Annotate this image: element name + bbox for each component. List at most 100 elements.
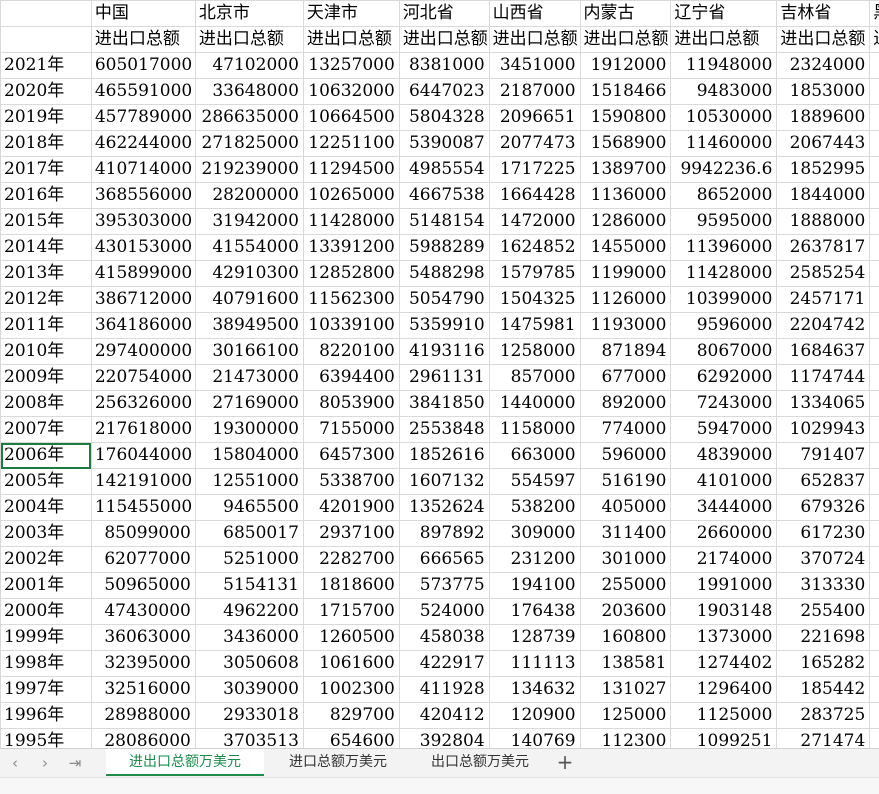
value-cell[interactable]: 217618000: [91, 417, 195, 443]
metric-cell[interactable]: 进: [870, 27, 879, 53]
value-cell[interactable]: 140769: [489, 729, 580, 749]
value-cell[interactable]: 11948000: [671, 53, 777, 79]
value-cell[interactable]: 1590800: [580, 105, 671, 131]
value-cell[interactable]: 1844000: [777, 183, 870, 209]
header-cell[interactable]: 内蒙古: [580, 1, 671, 27]
value-cell[interactable]: 420412: [399, 703, 489, 729]
value-cell[interactable]: 9596000: [671, 313, 777, 339]
tab-import-export-total[interactable]: 进出口总额万美元: [106, 749, 264, 776]
value-cell[interactable]: 516190: [580, 469, 671, 495]
value-cell[interactable]: 1504325: [489, 287, 580, 313]
year-cell[interactable]: 2015年: [1, 209, 92, 235]
value-cell[interactable]: 1: [870, 157, 879, 183]
value-cell[interactable]: 221698: [777, 625, 870, 651]
value-cell[interactable]: 8067000: [671, 339, 777, 365]
value-cell[interactable]: 2: [870, 209, 879, 235]
value-cell[interactable]: 297400000: [91, 339, 195, 365]
value-cell[interactable]: 2961131: [399, 365, 489, 391]
value-cell[interactable]: 1352624: [399, 495, 489, 521]
value-cell[interactable]: 1002300: [303, 677, 399, 703]
metric-cell[interactable]: 进出口总额: [195, 27, 303, 53]
value-cell[interactable]: 8053900: [303, 391, 399, 417]
value-cell[interactable]: [870, 547, 879, 573]
value-cell[interactable]: 1286000: [580, 209, 671, 235]
value-cell[interactable]: 5988289: [399, 235, 489, 261]
value-cell[interactable]: 255400: [777, 599, 870, 625]
value-cell[interactable]: 9942236.6: [671, 157, 777, 183]
value-cell[interactable]: 283725: [777, 703, 870, 729]
value-cell[interactable]: 4985554: [399, 157, 489, 183]
corner-cell[interactable]: [1, 1, 92, 27]
value-cell[interactable]: 8652000: [671, 183, 777, 209]
value-cell[interactable]: 40791600: [195, 287, 303, 313]
value-cell[interactable]: 2: [870, 391, 879, 417]
value-cell[interactable]: 3: [870, 53, 879, 79]
value-cell[interactable]: 791407: [777, 443, 870, 469]
value-cell[interactable]: 131027: [580, 677, 671, 703]
value-cell[interactable]: 892000: [580, 391, 671, 417]
value-cell[interactable]: 897892: [399, 521, 489, 547]
value-cell[interactable]: 5148154: [399, 209, 489, 235]
value-cell[interactable]: 32395000: [91, 651, 195, 677]
value-cell[interactable]: 42910300: [195, 261, 303, 287]
value-cell[interactable]: 21473000: [195, 365, 303, 391]
value-cell[interactable]: 13391200: [303, 235, 399, 261]
value-cell[interactable]: 3: [870, 261, 879, 287]
value-cell[interactable]: 1158000: [489, 417, 580, 443]
value-cell[interactable]: 465591000: [91, 79, 195, 105]
value-cell[interactable]: 405000: [580, 495, 671, 521]
header-cell[interactable]: 吉林省: [777, 1, 870, 27]
year-cell[interactable]: 2005年: [1, 469, 92, 495]
value-cell[interactable]: 194100: [489, 573, 580, 599]
year-cell[interactable]: 2002年: [1, 547, 92, 573]
value-cell[interactable]: 176438: [489, 599, 580, 625]
value-cell[interactable]: 41554000: [195, 235, 303, 261]
value-cell[interactable]: 3039000: [195, 677, 303, 703]
value-cell[interactable]: 1684637: [777, 339, 870, 365]
value-cell[interactable]: 10399000: [671, 287, 777, 313]
value-cell[interactable]: 5488298: [399, 261, 489, 287]
value-cell[interactable]: 185442: [777, 677, 870, 703]
metric-cell[interactable]: 进出口总额: [399, 27, 489, 53]
value-cell[interactable]: 430153000: [91, 235, 195, 261]
value-cell[interactable]: 663000: [489, 443, 580, 469]
value-cell[interactable]: 9595000: [671, 209, 777, 235]
value-cell[interactable]: 1853000: [777, 79, 870, 105]
value-cell[interactable]: 4962200: [195, 599, 303, 625]
value-cell[interactable]: 2585254: [777, 261, 870, 287]
value-cell[interactable]: [870, 599, 879, 625]
value-cell[interactable]: 142191000: [91, 469, 195, 495]
value-cell[interactable]: 1136000: [580, 183, 671, 209]
value-cell[interactable]: 1888000: [777, 209, 870, 235]
value-cell[interactable]: 5251000: [195, 547, 303, 573]
value-cell[interactable]: 5154131: [195, 573, 303, 599]
value-cell[interactable]: 5947000: [671, 417, 777, 443]
value-cell[interactable]: 1607132: [399, 469, 489, 495]
value-cell[interactable]: 1029943: [777, 417, 870, 443]
value-cell[interactable]: 38949500: [195, 313, 303, 339]
value-cell[interactable]: 1664428: [489, 183, 580, 209]
value-cell[interactable]: 4201900: [303, 495, 399, 521]
value-cell[interactable]: 32516000: [91, 677, 195, 703]
value-cell[interactable]: 11562300: [303, 287, 399, 313]
value-cell[interactable]: 3451000: [489, 53, 580, 79]
value-cell[interactable]: 1912000: [580, 53, 671, 79]
year-cell[interactable]: 2020年: [1, 79, 92, 105]
value-cell[interactable]: 5054790: [399, 287, 489, 313]
metric-cell[interactable]: 进出口总额: [303, 27, 399, 53]
year-cell[interactable]: 2010年: [1, 339, 92, 365]
value-cell[interactable]: 368556000: [91, 183, 195, 209]
year-cell[interactable]: 1999年: [1, 625, 92, 651]
value-cell[interactable]: 415899000: [91, 261, 195, 287]
value-cell[interactable]: 1: [870, 365, 879, 391]
value-cell[interactable]: [870, 495, 879, 521]
value-cell[interactable]: 2174000: [671, 547, 777, 573]
header-cell[interactable]: 黑: [870, 1, 879, 27]
add-sheet-icon[interactable]: +: [554, 751, 576, 773]
value-cell[interactable]: 2637817: [777, 235, 870, 261]
value-cell[interactable]: 301000: [580, 547, 671, 573]
value-cell[interactable]: 1889600: [777, 105, 870, 131]
value-cell[interactable]: 128739: [489, 625, 580, 651]
value-cell[interactable]: 271474: [777, 729, 870, 749]
year-cell[interactable]: 2019年: [1, 105, 92, 131]
